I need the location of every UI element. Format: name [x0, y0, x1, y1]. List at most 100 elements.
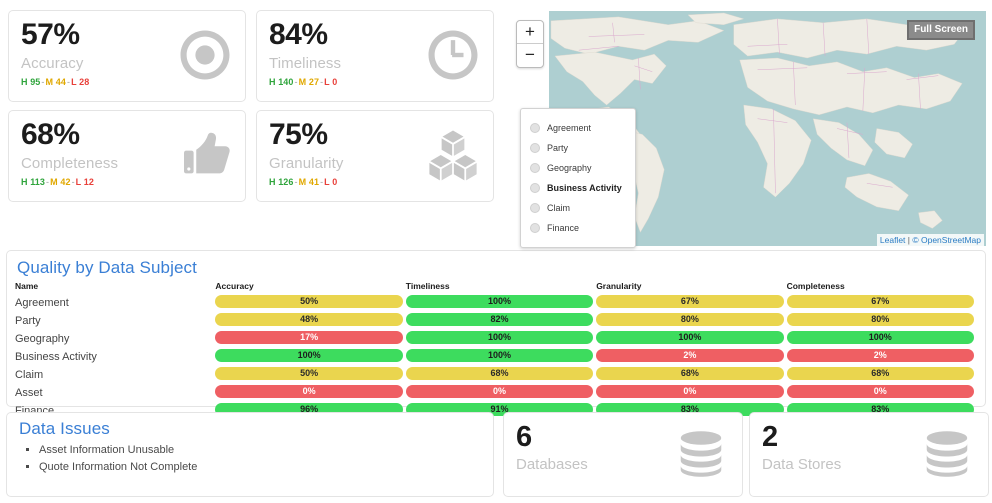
legend-item-business-activity[interactable]: Business Activity — [530, 178, 627, 198]
metric-bar: 82% — [405, 312, 594, 326]
legend-item-label: Party — [547, 143, 569, 153]
subject-name-label: Agreement — [15, 297, 69, 309]
kpi-card-grid: 57% Accuracy H 95-M 44-L 28 84% Timeline… — [6, 6, 500, 208]
cell-metric: 68% — [786, 365, 977, 383]
cell-metric: 2% — [596, 347, 786, 365]
subject-name-label: Claim — [15, 369, 44, 381]
metric-bar: 100% — [596, 330, 784, 344]
kpi-high-count: H 95 — [21, 77, 41, 87]
cell-metric: 67% — [786, 293, 977, 311]
cell-subject-name: Agreement — [15, 293, 215, 311]
cell-metric: 100% — [596, 329, 786, 347]
legend-item-party[interactable]: Party — [530, 138, 627, 158]
kpi-medium-count: M 44 — [45, 77, 66, 87]
metric-bar: 0% — [405, 384, 594, 398]
radio-icon[interactable] — [530, 163, 540, 173]
panel-title: Data Issues — [19, 419, 110, 438]
legend-item-finance[interactable]: Finance — [530, 218, 627, 238]
cell-metric: 68% — [405, 365, 596, 383]
list-item[interactable]: Asset Information Unusable — [39, 442, 483, 459]
count-card-databases[interactable]: 6 Databases — [503, 412, 743, 497]
cell-subject-name: Asset — [15, 383, 215, 401]
table-row[interactable]: Agreement 50% 100% 67% 67% — [15, 293, 977, 311]
cell-subject-name: Party — [15, 311, 215, 329]
legend-item-geography[interactable]: Geography — [530, 158, 627, 178]
cell-metric: 0% — [786, 383, 977, 401]
metric-bar: 67% — [786, 294, 974, 308]
metric-bar: 2% — [596, 348, 784, 362]
cell-metric: 80% — [596, 311, 786, 329]
metric-bar: 68% — [786, 366, 974, 380]
quality-table: Name Accuracy Timeliness Granularity Com… — [15, 281, 977, 419]
kpi-card-accuracy[interactable]: 57% Accuracy H 95-M 44-L 28 — [8, 10, 246, 102]
kpi-high-count: H 113 — [21, 177, 46, 187]
subject-name-label: Geography — [15, 333, 70, 345]
cell-metric: 80% — [786, 311, 977, 329]
cell-metric: 0% — [596, 383, 786, 401]
database-icon — [674, 427, 728, 481]
radio-icon[interactable] — [530, 203, 540, 213]
cell-subject-name: Geography — [15, 329, 215, 347]
leaflet-link[interactable]: Leaflet — [880, 235, 906, 245]
data-issues-panel: Data Issues Asset Information Unusable Q… — [6, 412, 494, 497]
cell-metric: 100% — [786, 329, 977, 347]
legend-item-label: Claim — [547, 203, 571, 213]
cell-metric: 0% — [405, 383, 596, 401]
kpi-card-granularity[interactable]: 75% Granularity H 126-M 41-L 0 — [256, 110, 494, 202]
metric-bar: 100% — [405, 330, 594, 344]
kpi-low-count: L 0 — [324, 77, 338, 87]
zoom-out-button[interactable]: − — [517, 44, 543, 67]
kpi-high-count: H 140 — [269, 77, 294, 87]
table-row[interactable]: Party 48% 82% 80% 80% — [15, 311, 977, 329]
legend-item-agreement[interactable]: Agreement — [530, 118, 627, 138]
column-header-name[interactable]: Name — [15, 281, 215, 293]
metric-bar: 17% — [215, 330, 403, 344]
cell-metric: 2% — [786, 347, 977, 365]
table-row[interactable]: Business Activity 100% 100% 2% 2% — [15, 347, 977, 365]
cell-metric: 50% — [215, 293, 405, 311]
openstreetmap-link[interactable]: © OpenStreetMap — [912, 235, 981, 245]
radio-icon[interactable] — [530, 223, 540, 233]
cell-metric: 50% — [215, 365, 405, 383]
kpi-card-timeliness[interactable]: 84% Timeliness H 140-M 27-L 0 — [256, 10, 494, 102]
map-zoom-controls[interactable]: + − — [516, 20, 544, 68]
kpi-medium-count: M 42 — [50, 177, 71, 187]
table-row[interactable]: Asset 0% 0% 0% 0% — [15, 383, 977, 401]
legend-item-claim[interactable]: Claim — [530, 198, 627, 218]
target-icon — [177, 27, 233, 83]
count-card-data-stores[interactable]: 2 Data Stores — [749, 412, 989, 497]
cell-subject-name: Business Activity — [15, 347, 215, 365]
metric-bar: 68% — [596, 366, 784, 380]
metric-bar: 48% — [215, 312, 403, 326]
metric-bar: 0% — [596, 384, 784, 398]
list-item[interactable]: Quote Information Not Complete — [39, 459, 483, 476]
cell-metric: 82% — [405, 311, 596, 329]
thumbs-up-icon — [177, 127, 233, 183]
column-header-completeness[interactable]: Completeness — [787, 281, 977, 293]
metric-bar: 68% — [405, 366, 594, 380]
map-panel[interactable]: Leaflet | © OpenStreetMap + − Full Scree… — [506, 6, 986, 248]
column-header-granularity[interactable]: Granularity — [596, 281, 786, 293]
kpi-medium-count: M 41 — [298, 177, 320, 187]
zoom-in-button[interactable]: + — [517, 21, 543, 44]
kpi-low-count: L 12 — [75, 177, 94, 187]
kpi-card-completeness[interactable]: 68% Completeness H 113-M 42-L 12 — [8, 110, 246, 202]
data-issues-list: Asset Information Unusable Quote Informa… — [17, 442, 483, 476]
column-header-accuracy[interactable]: Accuracy — [215, 281, 405, 293]
legend-item-label: Finance — [547, 223, 580, 233]
column-header-timeliness[interactable]: Timeliness — [406, 281, 596, 293]
kpi-low-count: L 28 — [71, 77, 90, 87]
map-layer-legend[interactable]: Agreement Party Geography Business Activ… — [520, 108, 636, 248]
radio-icon[interactable] — [530, 183, 540, 193]
radio-icon[interactable] — [530, 123, 540, 133]
table-row[interactable]: Geography 17% 100% 100% 100% — [15, 329, 977, 347]
table-row[interactable]: Claim 50% 68% 68% 68% — [15, 365, 977, 383]
cell-metric: 0% — [215, 383, 405, 401]
metric-bar: 0% — [786, 384, 974, 398]
cell-subject-name: Claim — [15, 365, 215, 383]
fullscreen-button[interactable]: Full Screen — [907, 20, 975, 40]
metric-bar: 0% — [215, 384, 403, 398]
metric-bar: 100% — [405, 294, 594, 308]
cell-metric: 100% — [405, 329, 596, 347]
radio-icon[interactable] — [530, 143, 540, 153]
